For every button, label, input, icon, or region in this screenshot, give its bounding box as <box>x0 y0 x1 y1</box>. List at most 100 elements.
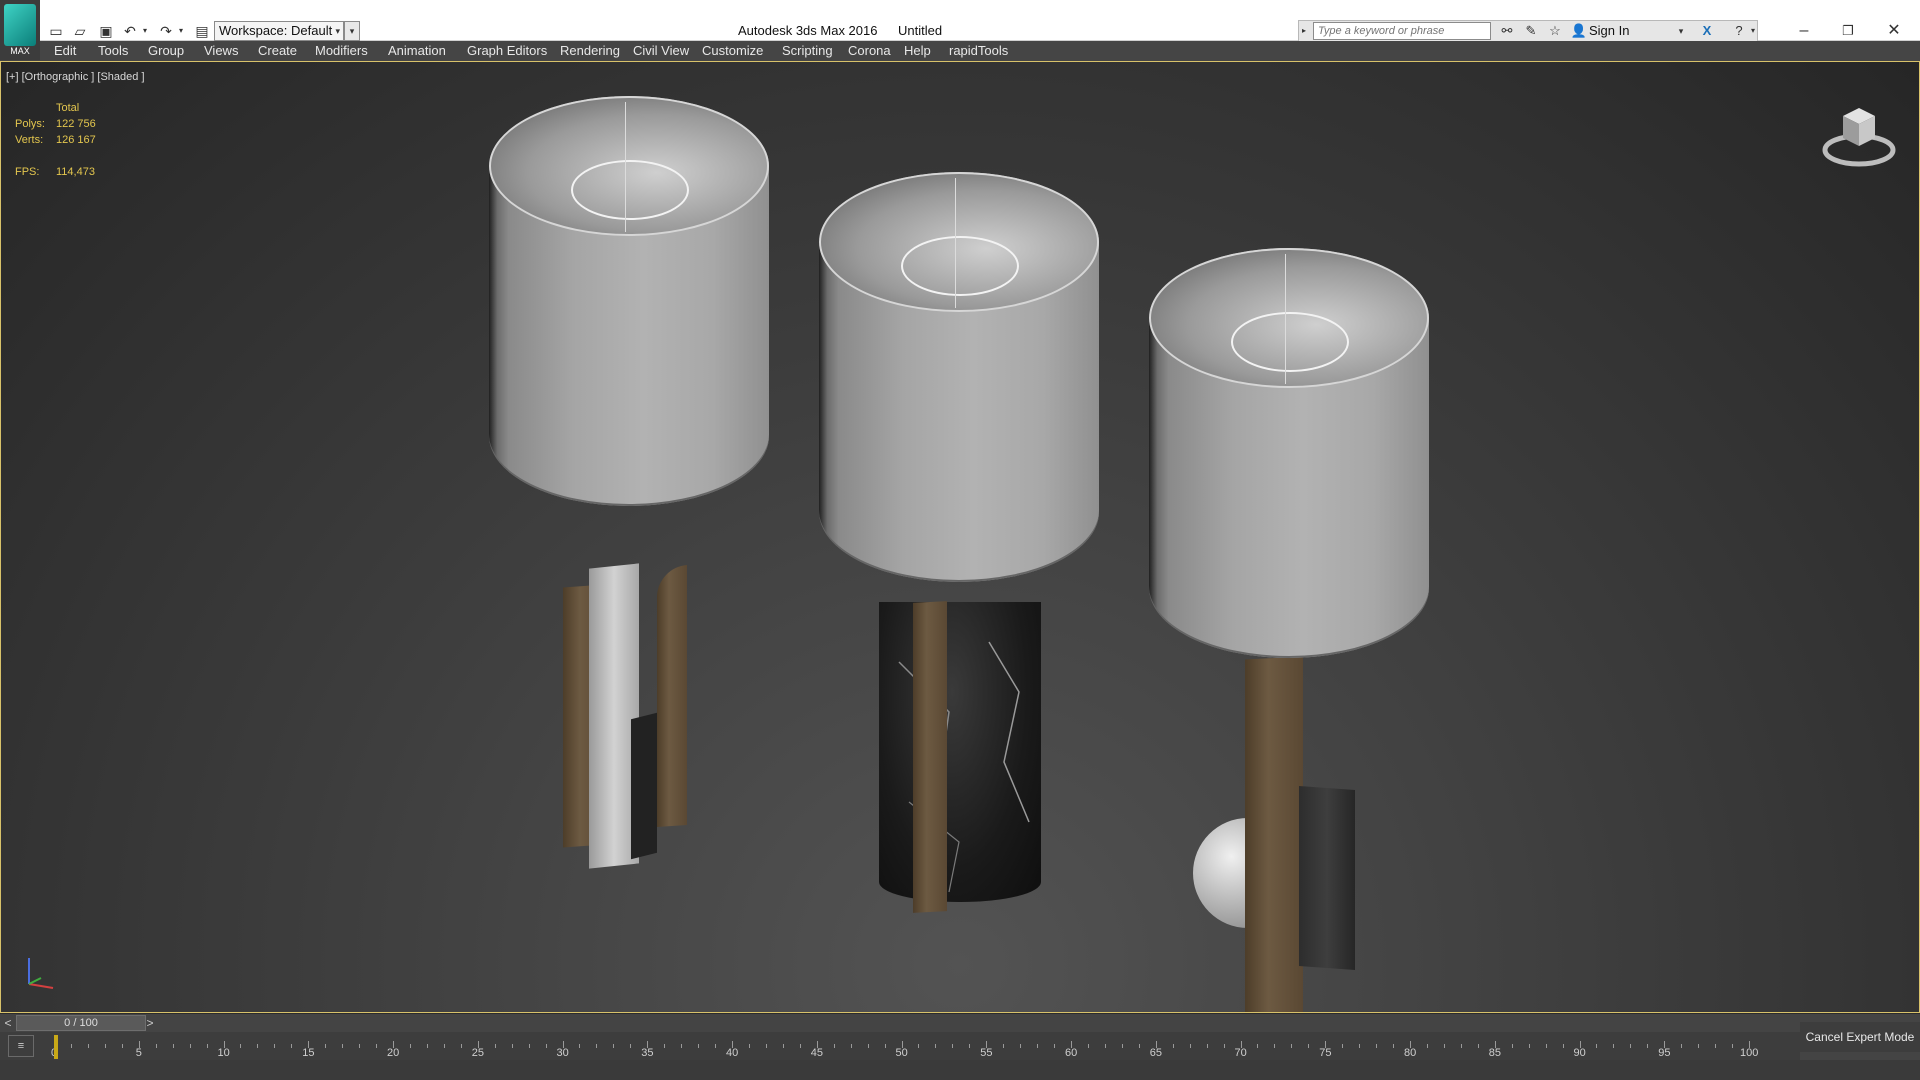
binoculars-icon[interactable]: ⚯ <box>1497 22 1517 40</box>
project-folder-icon[interactable]: ▤ <box>192 22 212 40</box>
application-menu-button[interactable]: MAX <box>0 0 40 60</box>
timeline-tick <box>1732 1044 1734 1048</box>
time-slider-prev-button[interactable]: < <box>0 1015 16 1031</box>
timeline-tick <box>884 1044 886 1048</box>
menu-animation[interactable]: Animation <box>388 43 446 58</box>
expand-arrow-icon[interactable]: ▸ <box>1297 22 1311 40</box>
close-icon[interactable]: ✕ <box>1874 20 1914 42</box>
user-icon[interactable]: 👤 <box>1569 22 1589 40</box>
app-title: Autodesk 3ds Max 2016 <box>738 23 878 38</box>
timeline-tick-label: 40 <box>726 1047 739 1059</box>
mini-curve-editor-icon[interactable]: ≡ <box>8 1035 34 1057</box>
viewport-perspective[interactable]: [+] [Orthographic ] [Shaded ] Total Poly… <box>0 61 1920 1013</box>
timeline-tick <box>1257 1044 1259 1048</box>
playhead[interactable] <box>54 1035 58 1059</box>
undo-icon[interactable]: ↶ <box>120 22 140 40</box>
lamp-1-shade-ring <box>571 160 689 220</box>
timeline-tick-label: 95 <box>1658 1047 1671 1059</box>
help-icon[interactable]: ? <box>1729 22 1749 40</box>
timeline-tick <box>1613 1044 1615 1048</box>
timeline-tick <box>681 1044 683 1048</box>
timeline-tick <box>1308 1044 1310 1048</box>
restore-icon[interactable]: ❐ <box>1828 20 1868 42</box>
search-input[interactable] <box>1313 22 1491 40</box>
status-bar <box>0 1060 1920 1080</box>
timeline-tick <box>1359 1044 1361 1048</box>
timeline-tick <box>1460 1044 1462 1048</box>
timeline-tick-label: 55 <box>980 1047 993 1059</box>
lamp-2-wood-panel <box>913 601 947 913</box>
lamp-3-dark-stone-panel <box>1299 786 1355 970</box>
lamp-3-shade-ring <box>1231 312 1349 372</box>
chevron-down-icon[interactable]: ▾ <box>1671 22 1691 40</box>
menu-corona[interactable]: Corona <box>848 43 891 58</box>
menu-civil-view[interactable]: Civil View <box>633 43 689 58</box>
lamp-model-3[interactable] <box>1149 248 1429 1012</box>
quick-access-customize-icon[interactable]: ▾ <box>344 21 360 41</box>
exchange-apps-icon[interactable]: X <box>1697 22 1717 40</box>
menu-graph-editors[interactable]: Graph Editors <box>467 43 547 58</box>
favorites-star-icon[interactable]: ☆ <box>1545 22 1565 40</box>
timeline-tick-label: 25 <box>471 1047 484 1059</box>
lamp-2-marble-veins <box>898 641 1030 893</box>
menu-create[interactable]: Create <box>258 43 297 58</box>
viewcube-icon[interactable] <box>1819 98 1899 168</box>
save-icon[interactable]: ▣ <box>96 22 116 40</box>
timeline-tick <box>833 1044 835 1048</box>
timeline-tick <box>257 1044 259 1048</box>
workspace-select[interactable]: Workspace: Default ▾ <box>214 21 344 41</box>
timeline-tick <box>121 1044 123 1048</box>
timeline-tick <box>274 1044 276 1048</box>
timeline-tick <box>1545 1044 1547 1048</box>
timeline-tick <box>1393 1044 1395 1048</box>
time-slider-thumb[interactable]: 0 / 100 <box>16 1015 146 1031</box>
lamp-3-shade-seam <box>1285 254 1286 384</box>
timeline-tick <box>1274 1044 1276 1048</box>
title-bar: ▭ ▱ ▣ ↶ ▾ ↷ ▾ ▤ Workspace: Default ▾ ▾ A… <box>0 0 1920 42</box>
timeline-tick <box>206 1044 208 1048</box>
menu-customize[interactable]: Customize <box>702 43 763 58</box>
menu-scripting[interactable]: Scripting <box>782 43 833 58</box>
timeline-tick <box>1596 1044 1598 1048</box>
undo-dropdown-icon[interactable]: ▾ <box>140 22 150 40</box>
lamp-1-wood-panel-right <box>657 564 687 828</box>
cancel-expert-mode-button[interactable]: Cancel Expert Mode <box>1800 1022 1920 1052</box>
subscription-icon[interactable]: ✎ <box>1521 22 1541 40</box>
time-slider-next-button[interactable]: > <box>142 1015 158 1031</box>
minimize-icon[interactable]: – <box>1784 20 1824 42</box>
lamp-model-2[interactable] <box>819 172 1099 932</box>
new-file-icon[interactable]: ▭ <box>46 22 66 40</box>
timeline-tick <box>1003 1044 1005 1048</box>
timeline-tick <box>342 1044 344 1048</box>
time-slider[interactable]: < 0 / 100 > <box>0 1013 1920 1032</box>
viewport-label-menu[interactable]: [+] [Orthographic ] [Shaded ] <box>6 71 145 83</box>
timeline-tick <box>1477 1044 1479 1048</box>
menu-help[interactable]: Help <box>904 43 931 58</box>
track-bar[interactable]: ≡ 05101520253035404550556065707580859095… <box>0 1032 1800 1060</box>
redo-icon[interactable]: ↷ <box>156 22 176 40</box>
timeline-tick <box>596 1044 598 1048</box>
menu-edit[interactable]: Edit <box>54 43 76 58</box>
timeline-tick <box>969 1044 971 1048</box>
timeline-tick <box>1376 1044 1378 1048</box>
menu-views[interactable]: Views <box>204 43 238 58</box>
timeline-tick <box>528 1044 530 1048</box>
timeline-tick <box>70 1044 72 1048</box>
menu-group[interactable]: Group <box>148 43 184 58</box>
timeline-tick <box>1443 1044 1445 1048</box>
menu-rapidtools[interactable]: rapidTools <box>949 43 1008 58</box>
menu-rendering[interactable]: Rendering <box>560 43 620 58</box>
sign-in-button[interactable]: Sign In <box>1589 23 1629 38</box>
open-file-icon[interactable]: ▱ <box>70 22 90 40</box>
timeline-tick <box>1223 1044 1225 1048</box>
timeline-ruler[interactable]: 0510152025303540455055606570758085909510… <box>51 1032 1758 1060</box>
timeline-tick <box>1138 1044 1140 1048</box>
help-dropdown-icon[interactable]: ▾ <box>1747 22 1759 40</box>
stats-fps-label: FPS: <box>15 166 40 178</box>
menu-tools[interactable]: Tools <box>98 43 128 58</box>
lamp-model-1[interactable] <box>489 96 769 906</box>
timeline-tick <box>1087 1044 1089 1048</box>
timeline-tick <box>494 1044 496 1048</box>
menu-modifiers[interactable]: Modifiers <box>315 43 368 58</box>
redo-dropdown-icon[interactable]: ▾ <box>176 22 186 40</box>
